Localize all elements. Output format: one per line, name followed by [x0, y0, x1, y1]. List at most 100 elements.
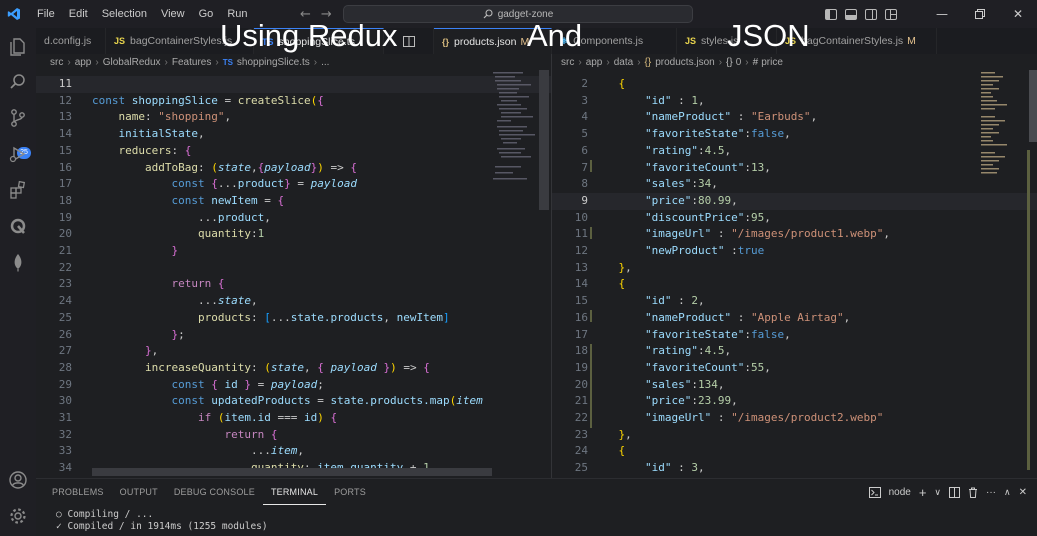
code-line[interactable]: 27 },: [36, 343, 476, 360]
code-line[interactable]: 22 "imageUrl" : "/images/product2.webp": [552, 410, 992, 427]
editor-scrollbar[interactable]: [1029, 70, 1037, 142]
editor-shopping-slice[interactable]: 11 12 const shoppingSlice = createSlice({1…: [36, 70, 551, 478]
code-line[interactable]: 21 "price":23.99,: [552, 393, 992, 410]
code-line[interactable]: 18 const newItem = {: [36, 193, 476, 210]
tab-debug-console[interactable]: DEBUG CONSOLE: [166, 479, 263, 505]
code-line[interactable]: 14 {: [552, 276, 992, 293]
toggle-panel-icon[interactable]: [845, 8, 857, 20]
code-line[interactable]: 30 const updatedProducts = state.product…: [36, 393, 483, 410]
tab-ports[interactable]: PORTS: [326, 479, 374, 505]
code-line[interactable]: 21 }: [36, 243, 476, 260]
code-line[interactable]: 16 addToBag: (state,{payload}) => {: [36, 160, 476, 177]
account-icon[interactable]: [8, 470, 28, 490]
menu-go[interactable]: Go: [192, 0, 221, 28]
menu-view[interactable]: View: [154, 0, 192, 28]
code-line[interactable]: 20 "sales":134,: [552, 377, 992, 394]
breadcrumb-item[interactable]: data: [614, 57, 633, 68]
tab-config-js[interactable]: d.config.js: [36, 28, 106, 54]
code-line[interactable]: 3 "id" : 1,: [552, 93, 992, 110]
code-line[interactable]: 23 },: [552, 427, 992, 444]
code-line[interactable]: 23 return {: [36, 276, 476, 293]
new-terminal-icon[interactable]: +: [919, 485, 927, 500]
breadcrumb-item[interactable]: price: [761, 57, 783, 68]
code-line[interactable]: 10 "discountPrice":95,: [552, 210, 992, 227]
source-control-icon[interactable]: [8, 108, 28, 128]
code-line[interactable]: 15 "id" : 2,: [552, 293, 992, 310]
quokka-icon[interactable]: [8, 216, 28, 236]
code-line[interactable]: 6 "rating":4.5,: [552, 143, 992, 160]
code-line[interactable]: 12 "newProduct" :true: [552, 243, 992, 260]
menu-edit[interactable]: Edit: [62, 0, 95, 28]
code-line[interactable]: 18 "rating":4.5,: [552, 343, 992, 360]
breadcrumb-item[interactable]: app: [75, 57, 92, 68]
terminal-name[interactable]: node: [889, 487, 911, 498]
code-line[interactable]: 12 const shoppingSlice = createSlice({: [36, 93, 476, 110]
mongodb-leaf-icon[interactable]: [8, 252, 28, 272]
split-terminal-icon[interactable]: [949, 486, 961, 498]
code-line[interactable]: 20 quantity:1: [36, 226, 476, 243]
code-line[interactable]: 24 ...state,: [36, 293, 476, 310]
editor-products-json[interactable]: 2 {3 "id" : 1, 4 "nameProduct" : "Earbuds…: [552, 70, 1037, 478]
code-line[interactable]: 22: [36, 260, 476, 277]
breadcrumb-item[interactable]: ...: [321, 57, 329, 68]
toggle-primary-sidebar-icon[interactable]: [825, 8, 837, 20]
settings-gear-icon[interactable]: [8, 506, 28, 526]
code-line[interactable]: 2 {: [552, 76, 992, 93]
extensions-icon[interactable]: [8, 180, 28, 200]
code-line[interactable]: 11: [36, 76, 476, 93]
code-line[interactable]: 25 products: [...state.products, newItem…: [36, 310, 476, 327]
restore-button[interactable]: [961, 0, 999, 28]
toggle-secondary-sidebar-icon[interactable]: [865, 8, 877, 20]
breadcrumb-item[interactable]: src: [561, 57, 574, 68]
code-line[interactable]: 17 const {...product} = payload: [36, 176, 476, 193]
code-line[interactable]: 13 name: "shopping",: [36, 109, 476, 126]
code-line[interactable]: 31 if (item.id === id) {: [36, 410, 476, 427]
breadcrumb-item[interactable]: app: [586, 57, 603, 68]
close-panel-icon[interactable]: ✕: [1019, 487, 1027, 498]
code-line[interactable]: 25 "id" : 3,: [552, 460, 992, 477]
code-line[interactable]: 24 {: [552, 443, 992, 460]
code-line[interactable]: 19 ...product,: [36, 210, 476, 227]
code-line[interactable]: 8 "sales":34,: [552, 176, 992, 193]
run-debug-icon[interactable]: [8, 144, 28, 164]
customize-layout-icon[interactable]: [885, 8, 897, 20]
explorer-icon[interactable]: [8, 36, 28, 56]
minimap[interactable]: [977, 70, 1025, 210]
chevron-down-icon[interactable]: ∨: [934, 487, 941, 498]
code-line[interactable]: 17 "favoriteState":false,: [552, 327, 992, 344]
editor-scrollbar[interactable]: [539, 70, 549, 210]
code-line[interactable]: 28 increaseQuantity: (state, { payload }…: [36, 360, 476, 377]
breadcrumb-item[interactable]: src: [50, 57, 63, 68]
menu-selection[interactable]: Selection: [95, 0, 154, 28]
breadcrumb-item[interactable]: Features: [172, 57, 211, 68]
code-line[interactable]: 33 ...item,: [36, 443, 476, 460]
breadcrumb-item[interactable]: GlobalRedux: [103, 57, 161, 68]
code-line[interactable]: 15 reducers: {: [36, 143, 476, 160]
breadcrumb-item[interactable]: products.json: [655, 57, 714, 68]
code-line[interactable]: 11 "imageUrl" : "/images/product1.webp",: [552, 226, 992, 243]
editor-split-divider[interactable]: [551, 54, 552, 478]
tab-output[interactable]: OUTPUT: [112, 479, 166, 505]
code-line[interactable]: 4 "nameProduct" : "Earbuds",: [552, 109, 992, 126]
minimize-button[interactable]: —: [923, 0, 961, 28]
code-line[interactable]: 32 return {: [36, 427, 476, 444]
chevron-up-icon[interactable]: ∧: [1004, 487, 1011, 498]
code-line[interactable]: 5 "favoriteState":false,: [552, 126, 992, 143]
code-line[interactable]: 19 "favoriteCount":55,: [552, 360, 992, 377]
close-window-button[interactable]: ✕: [999, 0, 1037, 28]
minimap[interactable]: [491, 70, 539, 210]
code-line[interactable]: 26 };: [36, 327, 476, 344]
trash-icon[interactable]: [968, 487, 978, 498]
menu-file[interactable]: File: [30, 0, 62, 28]
search-icon[interactable]: [8, 72, 28, 92]
code-line[interactable]: 7 "favoriteCount":13,: [552, 160, 992, 177]
breadcrumb-item[interactable]: 0: [736, 57, 742, 68]
code-line[interactable]: 13 },: [552, 260, 992, 277]
tab-terminal[interactable]: TERMINAL: [262, 479, 327, 505]
code-line[interactable]: 14 initialState,: [36, 126, 476, 143]
horizontal-scrollbar[interactable]: [92, 468, 492, 476]
breadcrumb-item[interactable]: shoppingSlice.ts: [237, 57, 310, 68]
code-line[interactable]: 16 "nameProduct" : "Apple Airtag",: [552, 310, 992, 327]
more-actions-icon[interactable]: ···: [986, 487, 996, 498]
code-line[interactable]: 29 const { id } = payload;: [36, 377, 476, 394]
